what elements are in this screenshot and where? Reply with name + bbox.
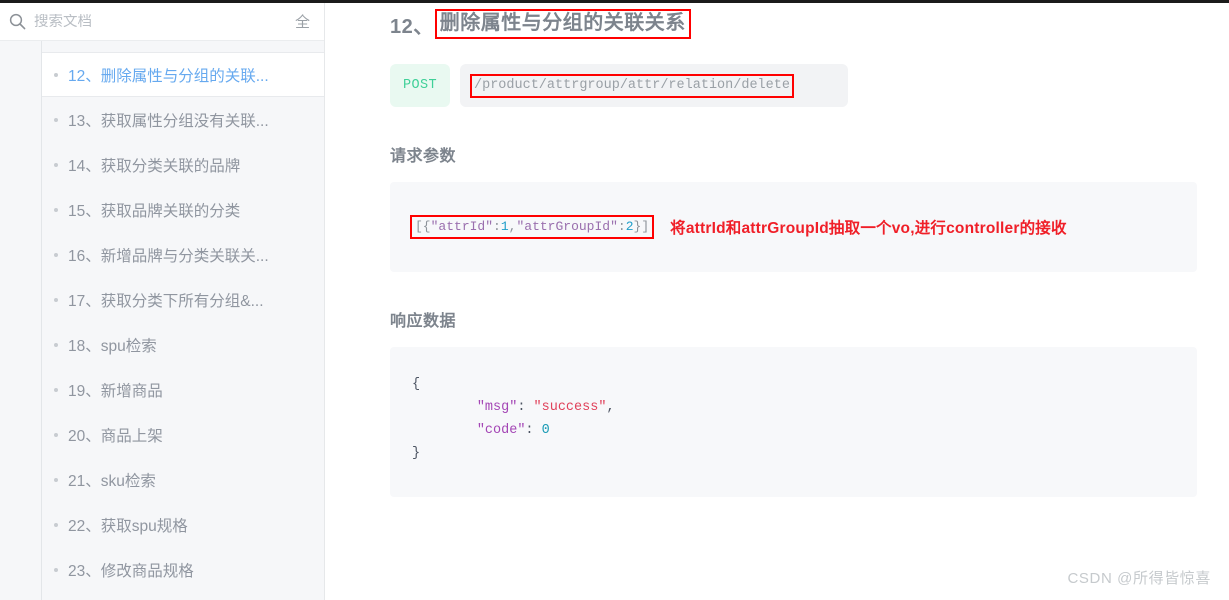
json-comma: , xyxy=(606,400,615,415)
page-title-number: 12、 xyxy=(390,15,434,38)
sidebar-item-label: 22、获取spu规格 xyxy=(68,517,188,535)
search-input[interactable] xyxy=(28,13,285,30)
document-tree: 12、删除属性与分组的关联... 13、获取属性分组没有关联... 14、获取分… xyxy=(0,41,324,600)
bullet-icon xyxy=(54,72,58,77)
response-json-code: { "msg": "success", "code": 0 } xyxy=(412,373,1177,465)
bullet-icon xyxy=(54,477,58,482)
sidebar-item-16[interactable]: 16、新增品牌与分类关联关... xyxy=(0,232,324,277)
page-title-highlight: 删除属性与分组的关联关系 xyxy=(434,9,691,39)
endpoint-row: POST /product/attrgroup/attr/relation/de… xyxy=(390,64,1197,107)
req-suffix: }] xyxy=(633,219,650,234)
sidebar-item-label: 12、删除属性与分组的关联... xyxy=(68,67,269,85)
sidebar-item-19[interactable]: 19、新增商品 xyxy=(0,367,324,412)
app-root: 全 12、删除属性与分组的关联... 13、获取属性分组没有关联... 14、获… xyxy=(0,0,1229,600)
sidebar-item-14[interactable]: 14、获取分类关联的品牌 xyxy=(0,142,324,187)
bullet-icon xyxy=(54,252,58,257)
request-params-heading: 请求参数 xyxy=(390,148,457,165)
response-data-panel: { "msg": "success", "code": 0 } xyxy=(390,347,1197,497)
sidebar-item-label: 21、sku检索 xyxy=(68,472,156,490)
page-title: 12、 删除属性与分组的关联关系 xyxy=(390,9,1197,39)
red-annotation-text: 将attrId和attrGroupId抽取一个vo,进行controller的接… xyxy=(670,220,1067,237)
sidebar-item-label: 19、新增商品 xyxy=(68,382,163,400)
req-value-2: 2 xyxy=(625,219,634,234)
req-colon-2: : xyxy=(617,219,626,234)
bullet-icon xyxy=(54,567,58,572)
endpoint-url-box[interactable]: /product/attrgroup/attr/relation/delete xyxy=(460,64,848,107)
json-close-brace: } xyxy=(412,446,421,461)
search-scope-label[interactable]: 全 xyxy=(285,11,310,32)
json-value-code: 0 xyxy=(541,423,550,438)
bullet-icon xyxy=(54,297,58,302)
sidebar-item-20[interactable]: 20、商品上架 xyxy=(0,412,324,457)
req-colon-1: : xyxy=(493,219,501,234)
endpoint-url-text: /product/attrgroup/attr/relation/delete xyxy=(470,73,794,98)
bullet-icon xyxy=(54,207,58,212)
bullet-icon xyxy=(54,432,58,437)
sidebar-search-bar: 全 xyxy=(0,3,324,41)
json-key-code: "code" xyxy=(476,423,526,438)
sidebar-item-21[interactable]: 21、sku检索 xyxy=(0,457,324,502)
sidebar-item-18[interactable]: 18、spu检索 xyxy=(0,322,324,367)
json-key-msg: "msg" xyxy=(476,400,518,415)
sidebar-item-23[interactable]: 23、修改商品规格 xyxy=(0,547,324,592)
sidebar-item-label: 20、商品上架 xyxy=(68,427,163,445)
bullet-icon xyxy=(54,162,58,167)
json-open-brace: { xyxy=(412,377,421,392)
sidebar-item-label: 23、修改商品规格 xyxy=(68,562,194,580)
http-method-badge: POST xyxy=(390,64,450,107)
sidebar-item-22[interactable]: 22、获取spu规格 xyxy=(0,502,324,547)
bullet-icon xyxy=(54,342,58,347)
search-icon[interactable] xyxy=(6,11,28,33)
sidebar-item-12[interactable]: 12、删除属性与分组的关联... xyxy=(42,52,324,97)
sidebar-item-13[interactable]: 13、获取属性分组没有关联... xyxy=(0,97,324,142)
sidebar-item-label: 16、新增品牌与分类关联关... xyxy=(68,247,269,265)
bullet-icon xyxy=(54,117,58,122)
bullet-icon xyxy=(54,387,58,392)
request-body-code: [{"attrId":1,"attrGroupId":2}] xyxy=(410,215,655,239)
main-content: 12、 删除属性与分组的关联关系 POST /product/attrgroup… xyxy=(326,3,1229,600)
sidebar-item-15[interactable]: 15、获取品牌关联的分类 xyxy=(0,187,324,232)
json-colon-1: : xyxy=(517,400,534,415)
csdn-watermark: CSDN @所得皆惊喜 xyxy=(1067,570,1211,587)
req-value-1: 1 xyxy=(500,219,509,234)
json-value-msg: "success" xyxy=(533,400,607,415)
sidebar-item-label: 18、spu检索 xyxy=(68,337,157,355)
req-prefix: [{ xyxy=(415,219,431,234)
json-colon-2: : xyxy=(525,423,542,438)
sidebar-item-label: 17、获取分类下所有分组&... xyxy=(68,292,264,310)
req-key-1: "attrId" xyxy=(430,219,494,234)
req-key-2: "attrGroupId" xyxy=(516,219,618,234)
sidebar-item-label: 13、获取属性分组没有关联... xyxy=(68,112,269,130)
sidebar-item-label: 14、获取分类关联的品牌 xyxy=(68,157,241,175)
sidebar-item-17[interactable]: 17、获取分类下所有分组&... xyxy=(0,277,324,322)
sidebar-item-label: 15、获取品牌关联的分类 xyxy=(68,202,241,220)
bullet-icon xyxy=(54,522,58,527)
sidebar: 全 12、删除属性与分组的关联... 13、获取属性分组没有关联... 14、获… xyxy=(0,3,325,600)
response-data-heading: 响应数据 xyxy=(390,313,457,330)
request-params-panel: [{"attrId":1,"attrGroupId":2}] 将attrId和a… xyxy=(390,182,1197,272)
